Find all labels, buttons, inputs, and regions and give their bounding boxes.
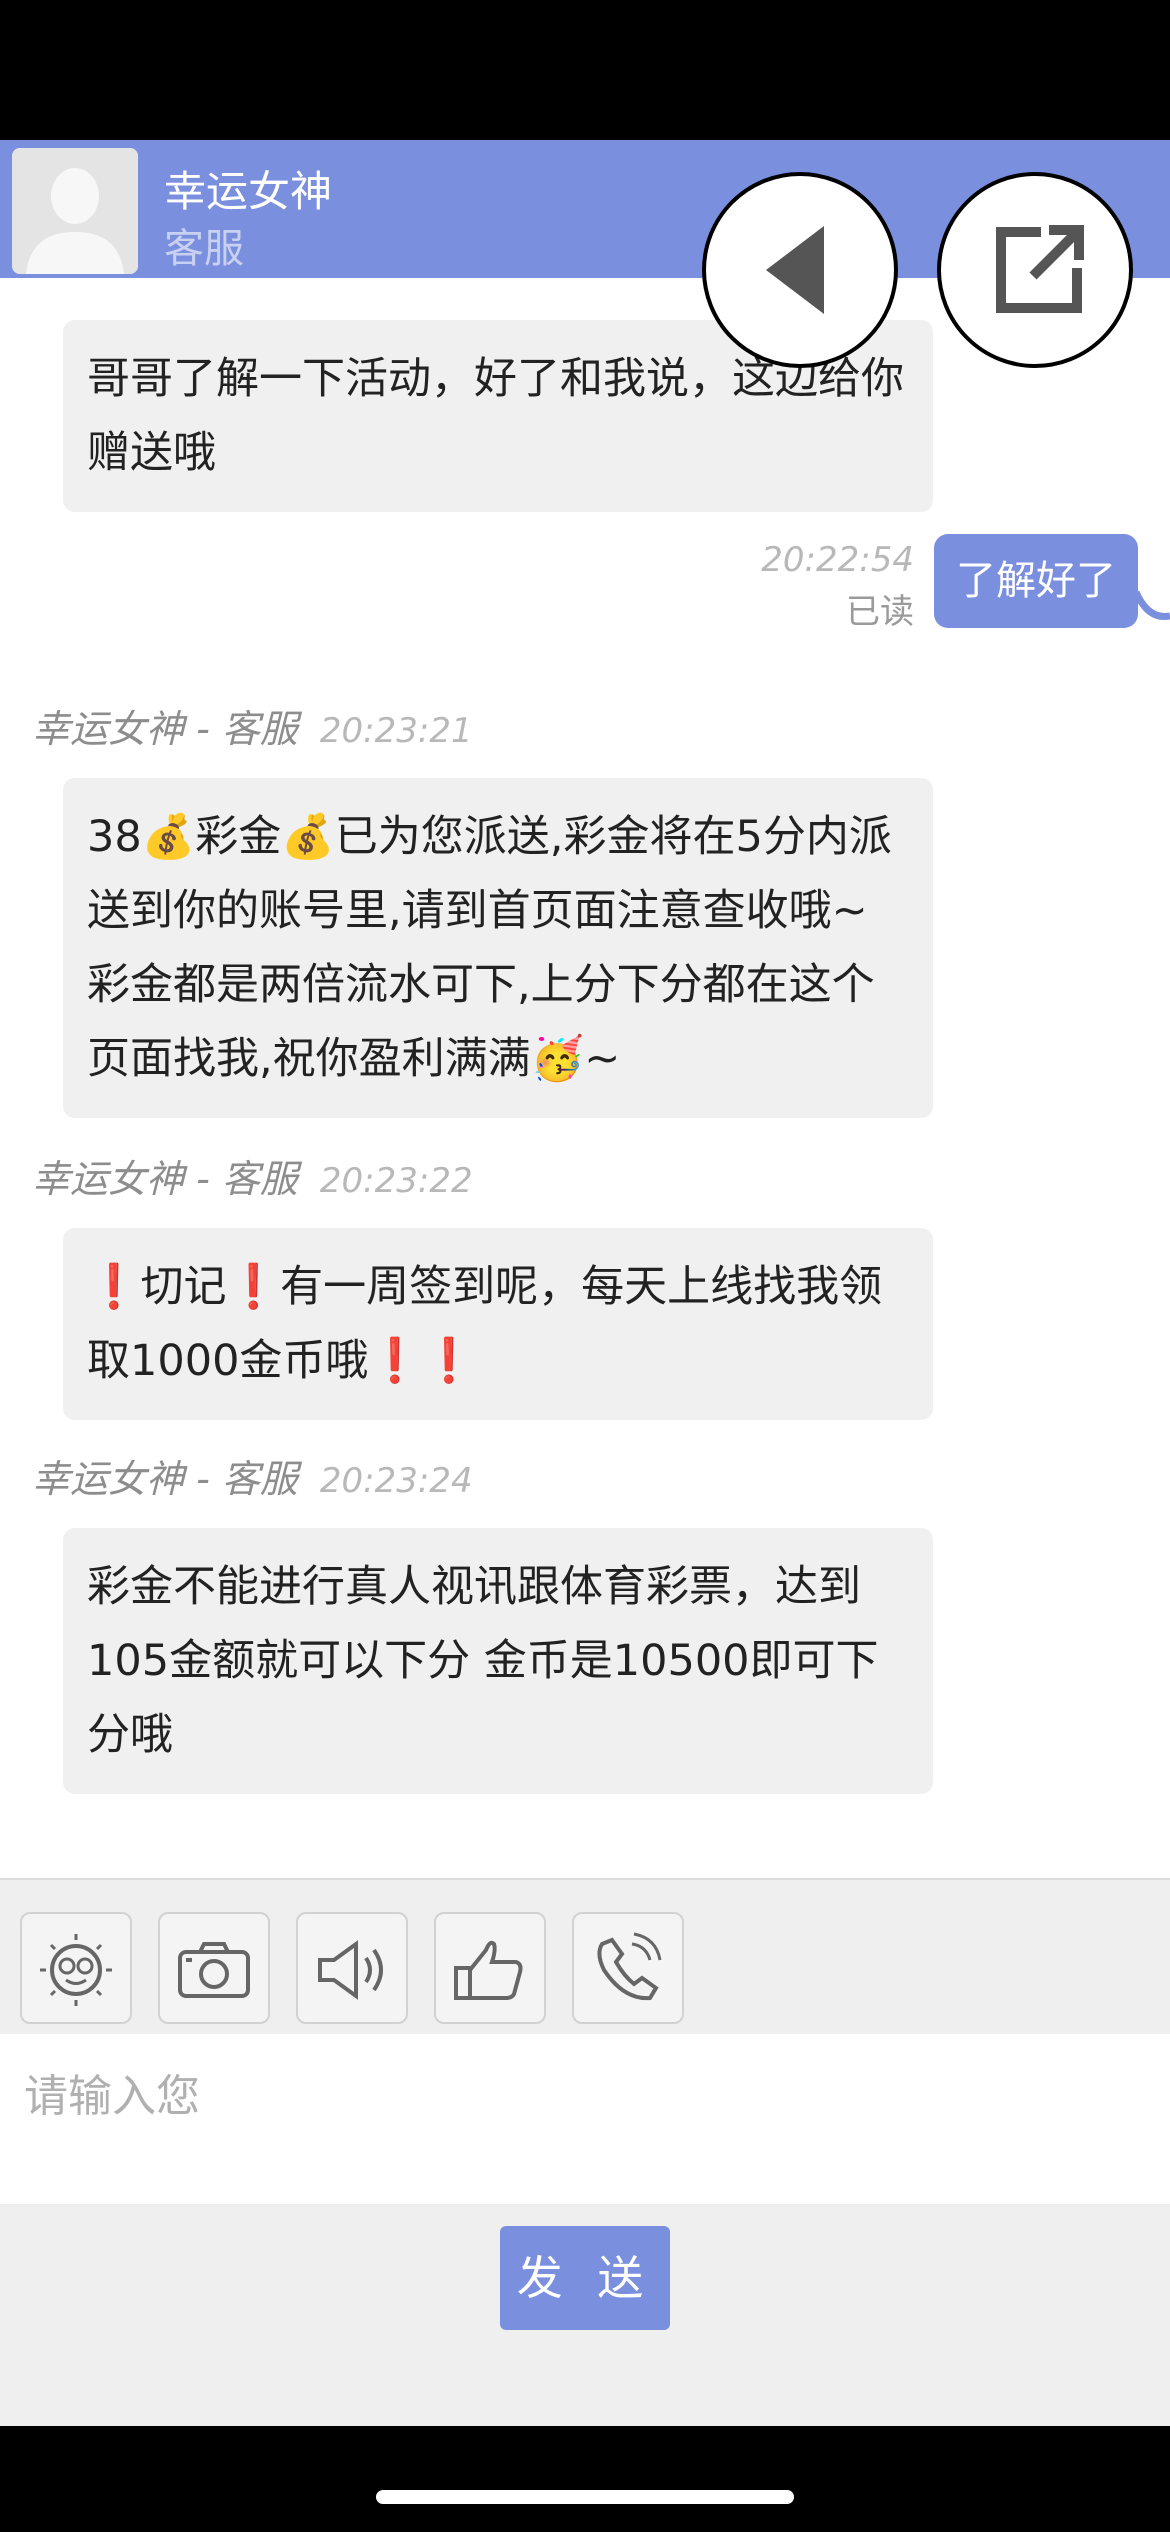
call-button[interactable] [572,1912,684,2024]
message-bubble-incoming: 彩金不能进行真人视讯跟体育彩票，达到105金额就可以下分 金币是10500即可下… [63,1528,933,1794]
message-time: 20:23:22 [319,1161,473,1201]
bubble-tail-icon [1136,590,1170,620]
emoji-button[interactable] [20,1912,132,2024]
send-button[interactable]: 发 送 [500,2226,670,2330]
triangle-left-icon [766,226,824,314]
message-text: ❗切记❗有一周签到呢，每天上线找我领取1000金币哦❗❗ [87,1262,883,1386]
like-button[interactable] [434,1912,546,2024]
message-bubble-incoming: 38💰彩金💰已为您派送,彩金将在5分内派送到你的账号里,请到首页面注意查收哦~彩… [63,778,933,1118]
phone-icon [597,1932,662,2001]
contact-role: 客服 [164,226,244,272]
message-sender: 幸运女神 - 客服 20:23:22 [32,1148,473,1203]
message-text: 彩金不能进行真人视讯跟体育彩票，达到105金额就可以下分 金币是10500即可下… [87,1562,879,1760]
message-bubble-outgoing: 了解好了 [934,534,1138,628]
message-list[interactable]: 哥哥了解一下活动，好了和我说，这边给你赠送哦 20:22:54 已读 了解好了 … [0,278,1170,1878]
message-time: 20:22:54 [761,540,914,580]
sender-name: 幸运女神 - 客服 [32,1157,298,1201]
sender-name: 幸运女神 - 客服 [32,707,298,751]
external-link-icon [996,225,1084,313]
message-input-area [0,2034,1170,2204]
sender-name: 幸运女神 - 客服 [32,1457,298,1501]
thumbs-up-icon [454,1940,523,2000]
emoji-icon [40,1934,112,2006]
message-sender: 幸运女神 - 客服 20:23:24 [32,1448,473,1503]
camera-button[interactable] [158,1912,270,2024]
status-bar [0,0,1170,140]
contact-name: 幸运女神 [164,167,333,216]
message-time: 20:23:24 [319,1461,473,1501]
message-input[interactable] [0,2034,1170,2204]
input-toolbar [0,1878,1170,2034]
message-text: 38💰彩金💰已为您派送,彩金将在5分内派送到你的账号里,请到首页面注意查收哦~彩… [87,812,892,1084]
avatar[interactable] [12,148,138,274]
read-status: 已读 [846,592,914,632]
message-text: 了解好了 [956,558,1116,604]
message-sender: 幸运女神 - 客服 20:23:21 [32,698,473,753]
open-external-button[interactable] [937,172,1133,368]
back-button[interactable] [702,172,898,368]
send-bar: 发 送 [0,2204,1170,2426]
home-bar-area [0,2426,1170,2532]
default-avatar-icon [12,148,138,274]
home-indicator[interactable] [376,2490,794,2504]
message-text: 哥哥了解一下活动，好了和我说，这边给你赠送哦 [87,354,904,478]
voice-button[interactable] [296,1912,408,2024]
camera-icon [178,1942,250,1998]
message-bubble-incoming: ❗切记❗有一周签到呢，每天上线找我领取1000金币哦❗❗ [63,1228,933,1420]
message-time: 20:23:21 [319,711,473,751]
voice-icon [318,1940,383,2000]
